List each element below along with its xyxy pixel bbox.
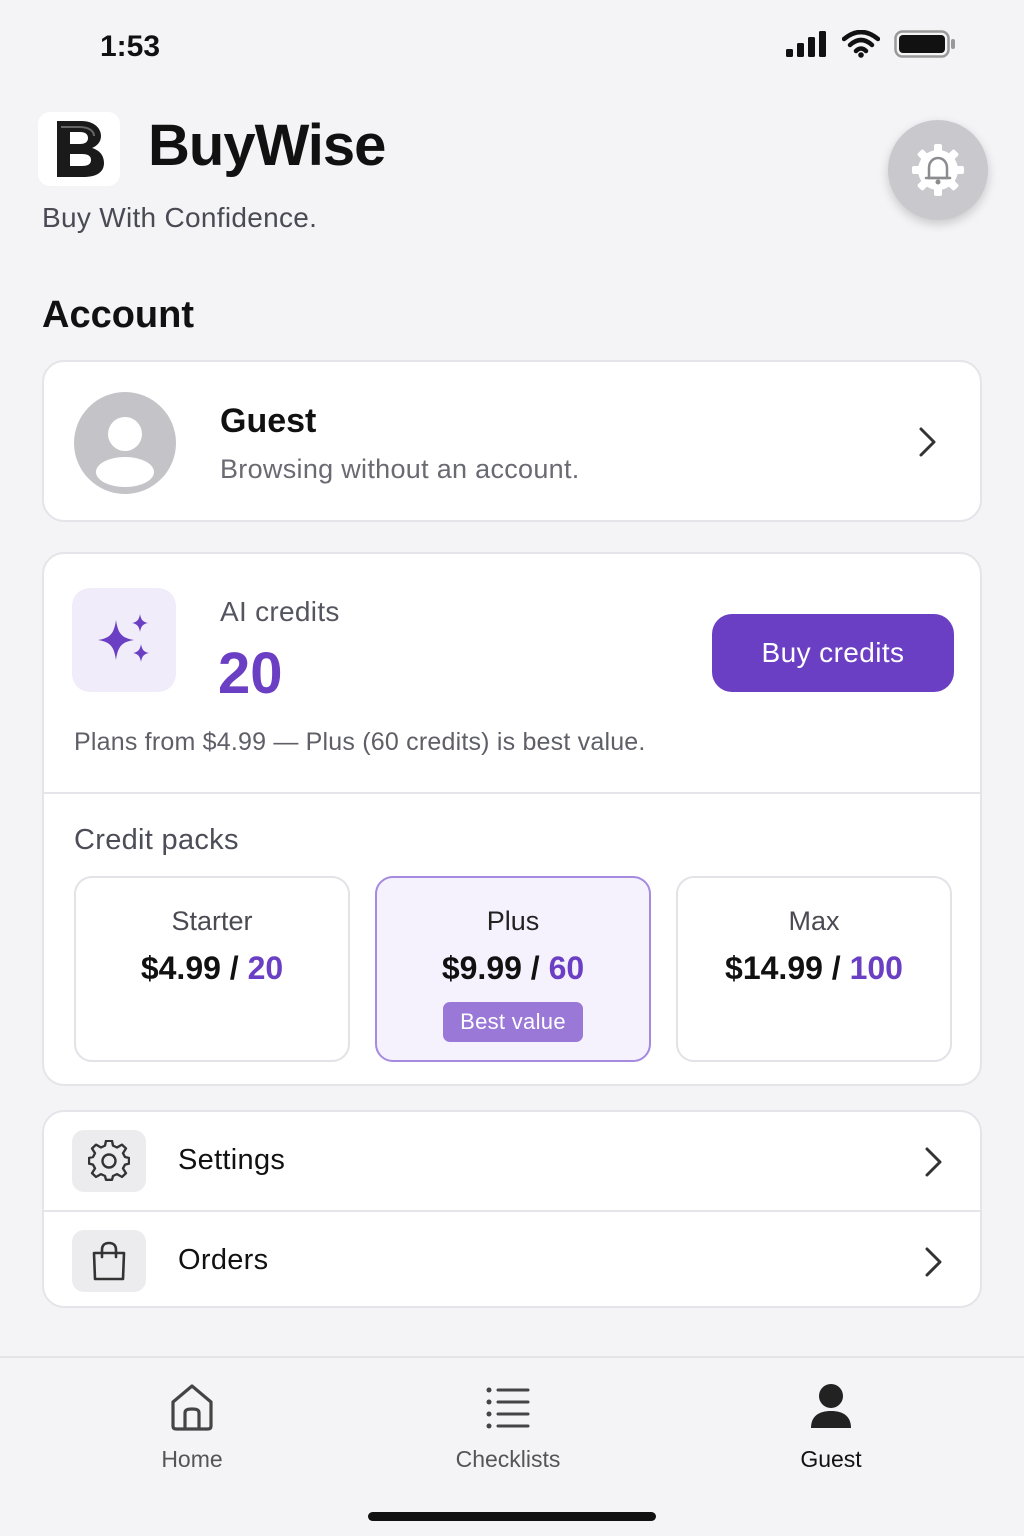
gear-icon <box>88 1140 130 1181</box>
section-title-account: Account <box>42 294 194 336</box>
battery-icon <box>894 30 955 58</box>
profile-subtitle: Browsing without an account. <box>220 454 580 484</box>
credits-card: AI credits 20 Buy credits Plans from $4.… <box>42 552 982 1086</box>
menu-item-orders[interactable]: Orders <box>44 1212 980 1310</box>
app-title: BuyWise <box>148 113 386 178</box>
tab-home[interactable]: Home <box>92 1382 292 1473</box>
gear-icon-box <box>72 1130 146 1192</box>
sparkle-icon <box>98 614 149 662</box>
tab-checklists[interactable]: Checklists <box>408 1382 608 1473</box>
tab-label: Home <box>161 1446 223 1472</box>
list-icon <box>486 1387 530 1429</box>
wifi-icon <box>842 30 880 58</box>
divider <box>44 792 980 794</box>
pack-price-amount: $9.99 / <box>441 950 549 986</box>
person-icon <box>811 1384 851 1428</box>
credits-value: 20 <box>218 641 283 706</box>
notification-settings-button[interactable] <box>888 120 988 220</box>
status-icons <box>786 30 956 58</box>
pack-name: Starter <box>171 906 253 936</box>
menu-card: Settings Orders <box>42 1110 982 1308</box>
home-indicator <box>368 1512 656 1521</box>
credit-packs-title: Credit packs <box>74 824 239 856</box>
pack-credits: 20 <box>247 950 284 986</box>
chevron-right-icon <box>925 1147 942 1177</box>
status-time: 1:53 <box>100 30 161 63</box>
pack-price: $4.99 / 20 <box>76 950 348 987</box>
avatar <box>74 392 176 494</box>
status-bar: 1:53 <box>0 0 1024 95</box>
home-icon <box>171 1384 213 1431</box>
menu-label: Settings <box>178 1144 286 1176</box>
profile-card[interactable]: Guest Browsing without an account. <box>42 360 982 522</box>
buy-credits-button[interactable]: Buy credits <box>712 614 954 692</box>
app-tagline: Buy With Confidence. <box>42 202 318 233</box>
shopping-bag-icon <box>92 1241 126 1281</box>
menu-label: Orders <box>178 1244 269 1276</box>
chevron-right-icon <box>919 427 936 457</box>
pack-price: $14.99 / 100 <box>678 950 950 987</box>
cellular-signal-icon <box>786 31 826 57</box>
best-value-badge: Best value <box>443 1002 583 1042</box>
pack-plus[interactable]: Plus $9.99 / 60 Best value <box>375 876 651 1062</box>
tab-label: Guest <box>800 1446 862 1472</box>
tab-guest[interactable]: Guest <box>731 1382 931 1473</box>
app-logo <box>38 112 120 186</box>
chevron-right-icon <box>925 1247 942 1277</box>
credits-label: AI credits <box>220 596 340 627</box>
pack-max[interactable]: Max $14.99 / 100 <box>676 876 952 1062</box>
pack-name: Max <box>788 906 840 936</box>
bell-gear-icon <box>912 144 964 196</box>
pack-credits: 60 <box>548 950 585 986</box>
pack-price: $9.99 / 60 <box>377 950 649 987</box>
pack-name: Plus <box>486 906 540 936</box>
logo-b-icon <box>57 121 104 177</box>
tab-bar: Home Checklists Guest <box>0 1356 1024 1536</box>
pack-credits: 100 <box>849 950 903 986</box>
pack-price-amount: $14.99 / <box>725 950 850 986</box>
pack-starter[interactable]: Starter $4.99 / 20 <box>74 876 350 1062</box>
person-placeholder-icon <box>96 417 154 487</box>
sparkle-icon-box <box>72 588 176 692</box>
plans-note: Plans from $4.99 — Plus (60 credits) is … <box>74 728 646 756</box>
bag-icon-box <box>72 1230 146 1292</box>
menu-item-settings[interactable]: Settings <box>44 1112 980 1210</box>
pack-price-amount: $4.99 / <box>140 950 248 986</box>
profile-name: Guest <box>220 402 317 440</box>
tab-label: Checklists <box>455 1446 561 1472</box>
